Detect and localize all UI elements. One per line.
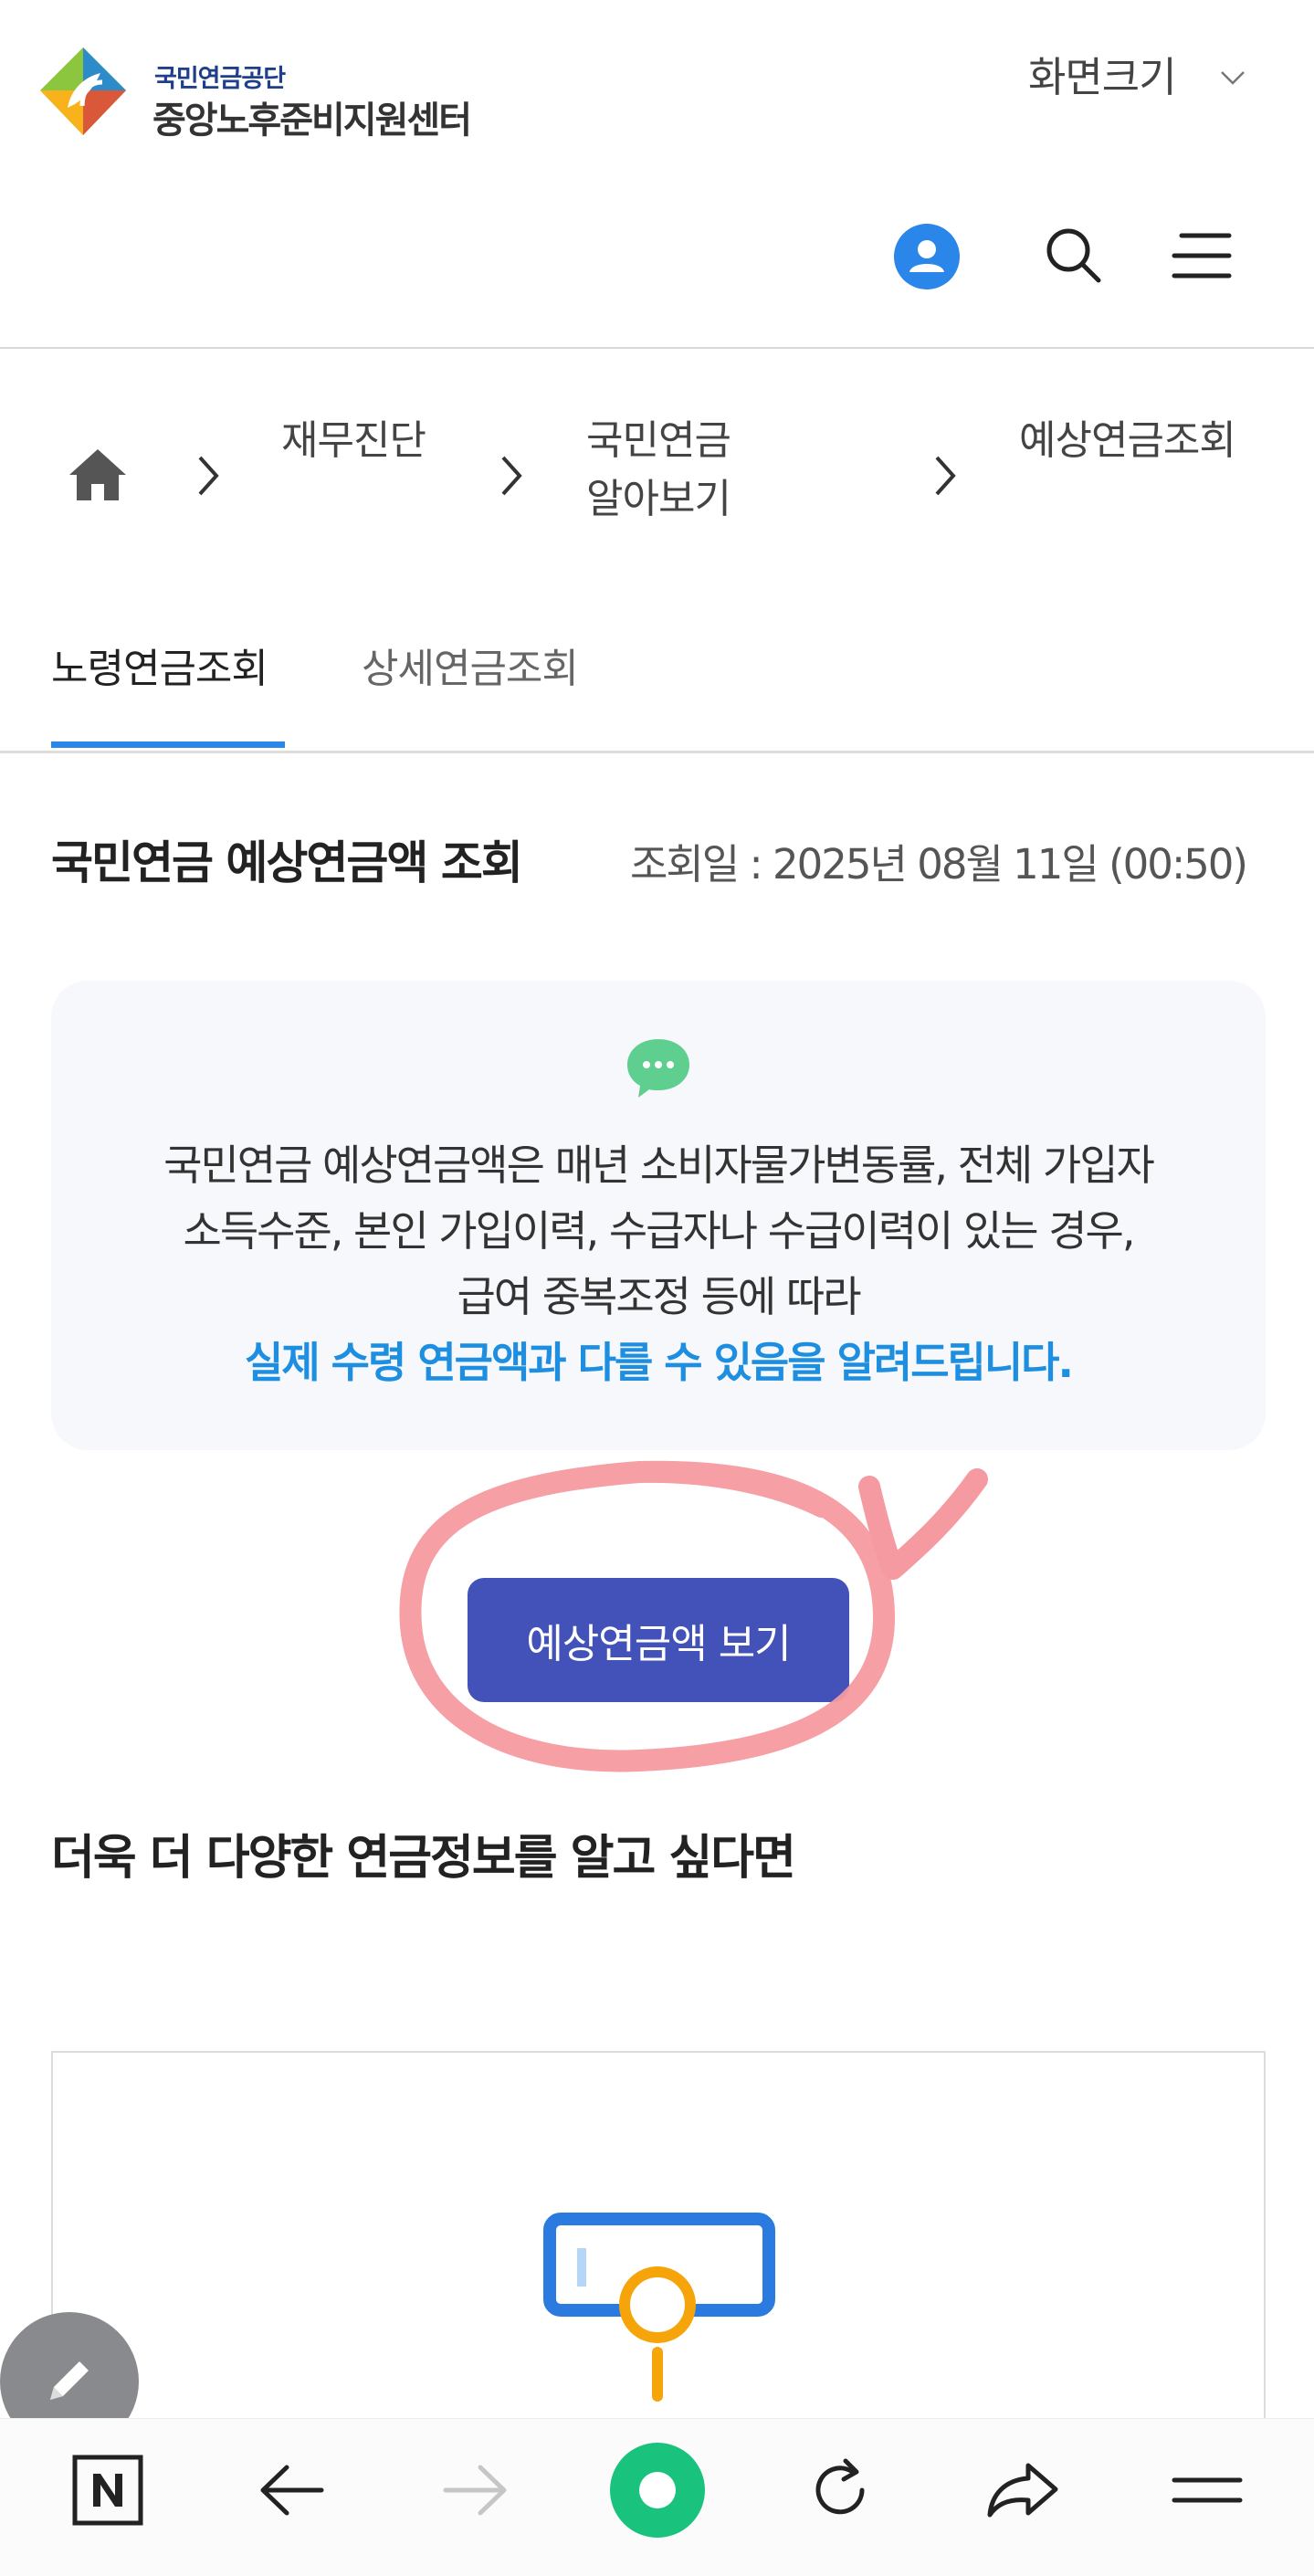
refresh-button[interactable] [794,2445,886,2536]
view-expected-pension-button[interactable]: 예상연금액 보기 [468,1578,849,1702]
forward-arrow-icon [443,2465,507,2516]
naver-home-button[interactable] [62,2445,153,2536]
logo-center-text: 중앙노후준비지원센터 [152,100,472,142]
forward-button[interactable] [429,2445,520,2536]
back-arrow-icon [260,2465,324,2516]
back-button[interactable] [247,2445,338,2536]
home-icon[interactable] [66,446,130,502]
screen-size-dropdown[interactable]: 화면크기 [1028,44,1177,103]
notice-text-line-1: 국민연금 예상연금액은 매년 소비자물가변동률, 전체 가입자 [163,1141,1155,1190]
notice-text-line-2: 소득수준, 본인 가입이력, 수급자나 수급이력이 있는 경우, [183,1206,1136,1256]
chevron-right-icon [198,456,219,496]
query-date: 조회일 : 2025년 08월 11일 (00:50) [630,840,1248,888]
logo-mark-icon [40,47,126,135]
search-document-illustration-icon [543,2213,775,2402]
browser-bottom-bar [0,2418,1314,2576]
naver-n-icon [72,2455,143,2526]
logo-org-text: 국민연금공단 [154,65,286,93]
user-icon[interactable] [893,223,961,290]
notice-text-line-3: 급여 중복조정 등에 따라 [457,1272,861,1321]
breadcrumb-item-expected-pension[interactable]: 예상연금조회 [1019,413,1236,469]
breadcrumb-item-financial-check[interactable]: 재무진단 [281,413,426,469]
page-title: 국민연금 예상연금액 조회 [51,836,523,889]
refresh-icon [815,2458,865,2515]
share-button[interactable] [977,2445,1068,2536]
speech-bubble-icon [627,1039,689,1098]
chevron-right-icon [935,456,956,496]
breadcrumb-item-national-pension[interactable]: 국민연금 [586,413,731,469]
active-tab-indicator [51,741,285,748]
tab-old-age-pension[interactable]: 노령연금조회 [51,639,268,699]
more-info-heading: 더욱 더 다양한 연금정보를 알고 싶다면 [51,1831,796,1886]
menu-icon [1172,2477,1243,2503]
green-dot-button[interactable] [606,2439,709,2541]
breadcrumb-item-learn-more[interactable]: 알아보기 [586,471,731,528]
notice-highlight-text: 실제 수령 연금액과 다를 수 있음을 알려드립니다. [245,1338,1074,1387]
chevron-right-icon [501,456,522,496]
tab-detailed-pension[interactable]: 상세연금조회 [362,639,579,699]
green-dot-icon [610,2443,705,2538]
share-icon [987,2463,1058,2518]
logo[interactable]: 국민연금공단 중앙노후준비지원센터 [31,40,515,145]
pencil-icon [50,2360,89,2400]
search-icon[interactable] [1043,225,1103,285]
chevron-down-icon[interactable] [1219,64,1246,91]
header-divider [0,347,1314,349]
browser-menu-button[interactable] [1162,2445,1253,2536]
tab-divider [0,751,1314,753]
menu-icon[interactable] [1171,230,1233,281]
